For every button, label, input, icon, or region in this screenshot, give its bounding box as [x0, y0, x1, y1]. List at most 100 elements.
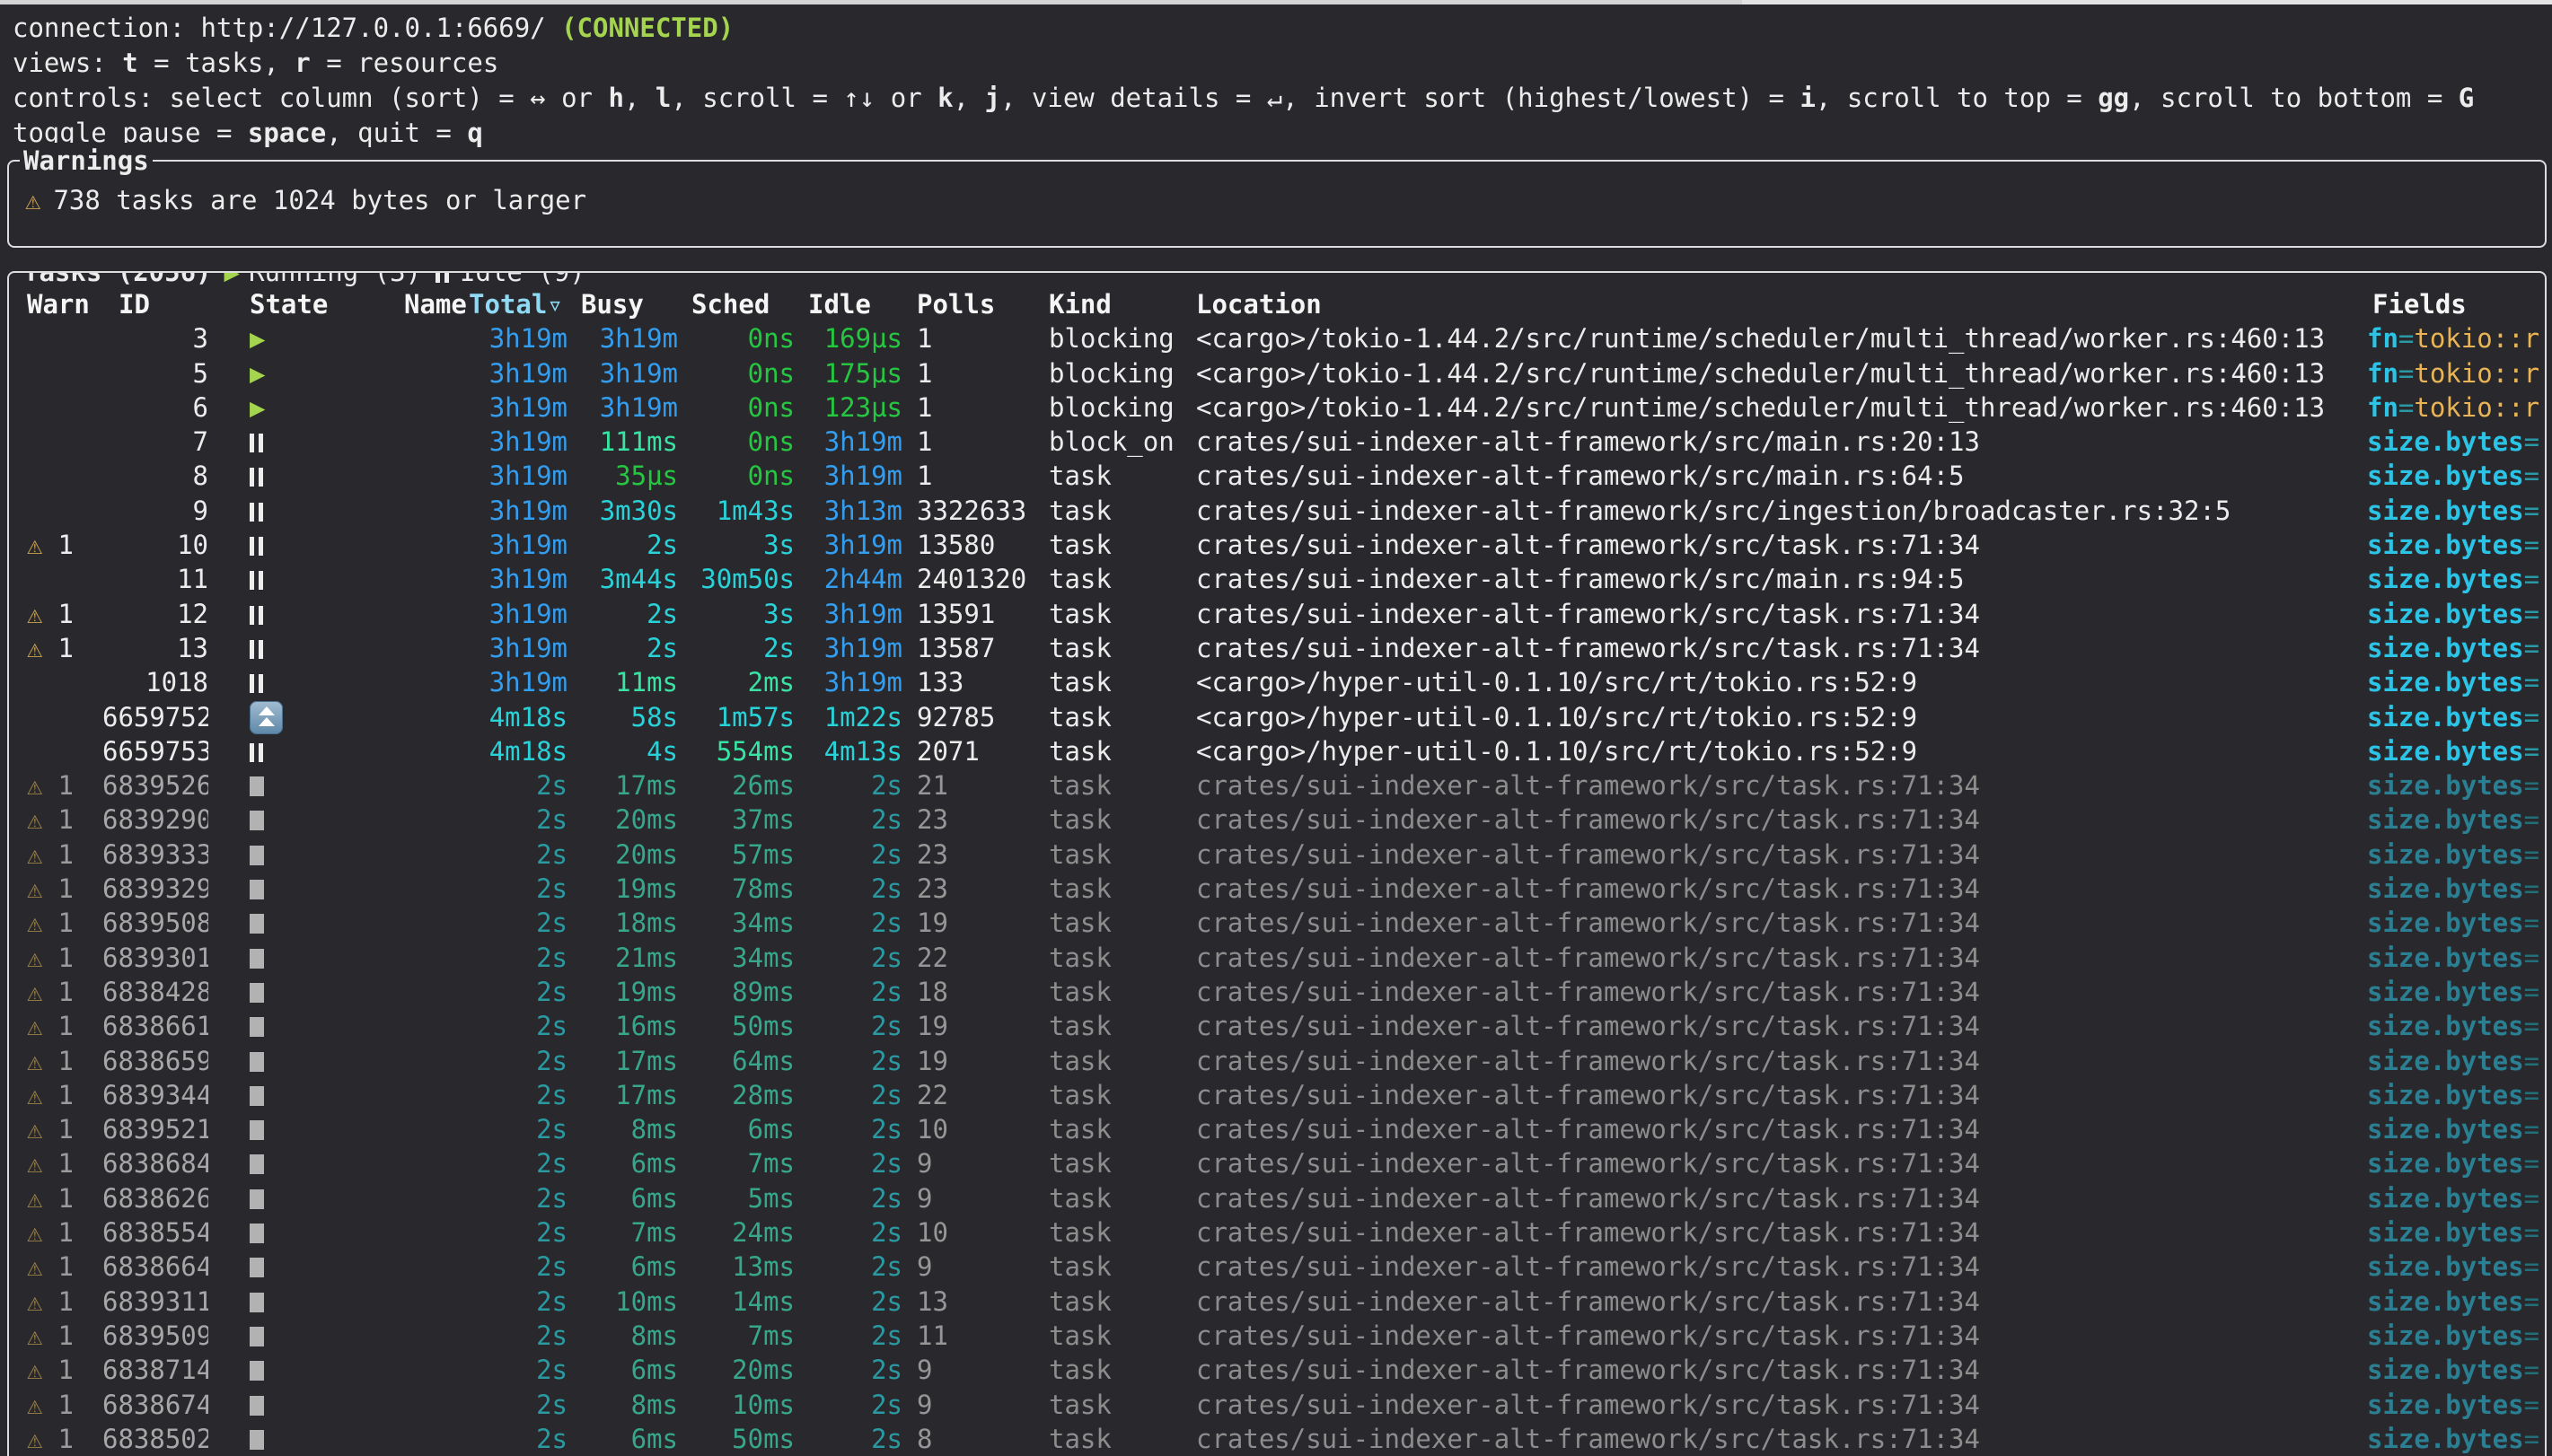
- task-row[interactable]: 5 3h19m 3h19m 0ns 175µs 1 blocking <carg…: [9, 356, 2545, 390]
- task-row[interactable]: 1 6839526 2s 17ms 26ms 2s 21 task crates…: [9, 768, 2545, 803]
- task-row[interactable]: 1 6838684 2s 6ms 7ms 2s 9 task crates/su…: [9, 1146, 2545, 1180]
- task-row[interactable]: 3 3h19m 3h19m 0ns 169µs 1 blocking <carg…: [9, 321, 2545, 355]
- task-row[interactable]: 1 6838661 2s 16ms 50ms 2s 19 task crates…: [9, 1009, 2545, 1043]
- task-location: crates/sui-indexer-alt-framework/src/tas…: [1183, 1146, 2358, 1180]
- field-equals: =: [2524, 1011, 2539, 1041]
- column-header-location[interactable]: Location: [1183, 287, 2358, 321]
- field-key: size.bytes: [2367, 1183, 2524, 1214]
- task-row[interactable]: 1 13 3h19m 2s 2s 3h19m 13587 task crates…: [9, 631, 2545, 665]
- column-header-id[interactable]: ID: [102, 287, 208, 321]
- running-state-icon: [250, 323, 265, 354]
- text-segment: ,: [954, 83, 985, 113]
- task-row[interactable]: 1 6839508 2s 18ms 34ms 2s 19 task crates…: [9, 906, 2545, 940]
- text-segment: q: [467, 118, 482, 148]
- column-header-warn[interactable]: Warn: [27, 287, 102, 321]
- field-equals: =: [2524, 667, 2539, 697]
- field-equals: =: [2524, 1320, 2539, 1351]
- done-state-icon: [250, 1224, 264, 1243]
- task-kind: task: [1035, 838, 1183, 872]
- busy-duration: 4s: [568, 734, 678, 768]
- task-row[interactable]: 1 12 3h19m 2s 3s 3h19m 13591 task crates…: [9, 597, 2545, 631]
- column-header-idle[interactable]: Idle: [795, 287, 902, 321]
- task-row[interactable]: 7 3h19m 111ms 0ns 3h19m 1 block_on crate…: [9, 425, 2545, 459]
- task-row[interactable]: 1 6839311 2s 10ms 14ms 2s 13 task crates…: [9, 1285, 2545, 1319]
- task-row[interactable]: 1 6838626 2s 6ms 5ms 2s 9 task crates/su…: [9, 1181, 2545, 1215]
- warning-triangle-icon: [27, 1424, 42, 1454]
- idle-duration: 2s: [795, 906, 902, 940]
- task-row[interactable]: 1 6838659 2s 17ms 64ms 2s 19 task crates…: [9, 1044, 2545, 1078]
- state-cell: [208, 425, 379, 459]
- task-kind: task: [1035, 1388, 1183, 1422]
- sched-duration: 24ms: [678, 1215, 795, 1250]
- task-location: crates/sui-indexer-alt-framework/src/mai…: [1183, 459, 2358, 493]
- task-row[interactable]: 6 3h19m 3h19m 0ns 123µs 1 blocking <carg…: [9, 390, 2545, 425]
- task-name: [379, 1078, 469, 1112]
- task-name: [379, 734, 469, 768]
- column-header-state[interactable]: State: [208, 287, 379, 321]
- task-id: 6838554: [102, 1215, 208, 1250]
- field-equals: =: [2524, 1355, 2539, 1385]
- busy-duration: 19ms: [568, 872, 678, 906]
- task-row[interactable]: 11 3h19m 3m44s 30m50s 2h44m 2401320 task…: [9, 562, 2545, 596]
- task-row[interactable]: 1 6839509 2s 8ms 7ms 2s 11 task crates/s…: [9, 1319, 2545, 1353]
- column-header-total-sorted[interactable]: Total: [469, 287, 568, 321]
- task-kind: task: [1035, 1319, 1183, 1353]
- state-cell: [208, 1181, 379, 1215]
- task-row[interactable]: 1 6839329 2s 19ms 78ms 2s 23 task crates…: [9, 872, 2545, 906]
- task-row[interactable]: 1 6839344 2s 17ms 28ms 2s 22 task crates…: [9, 1078, 2545, 1112]
- task-row[interactable]: 1018 3h19m 11ms 2ms 3h19m 133 task <carg…: [9, 665, 2545, 699]
- fields-cell: size.bytes=: [2358, 872, 2545, 906]
- idle-state-icon: [250, 640, 263, 659]
- sched-duration: 64ms: [678, 1044, 795, 1078]
- warn-cell: 1: [27, 1215, 102, 1250]
- done-state-icon: [250, 1327, 264, 1346]
- task-row[interactable]: 6659753 4m18s 4s 554ms 4m13s 2071 task <…: [9, 734, 2545, 768]
- views-line: views: t = tasks, r = resources: [13, 46, 2552, 81]
- column-header-name[interactable]: Name: [379, 287, 469, 321]
- column-header-kind[interactable]: Kind: [1035, 287, 1183, 321]
- task-row[interactable]: 1 6838502 2s 6ms 50ms 2s 8 task crates/s…: [9, 1422, 2545, 1456]
- sched-duration: 2s: [678, 631, 795, 665]
- warn-count: 1: [57, 1251, 73, 1282]
- state-cell: [208, 390, 379, 425]
- task-location: crates/sui-indexer-alt-framework/src/tas…: [1183, 1009, 2358, 1043]
- task-row[interactable]: 1 6839290 2s 20ms 37ms 2s 23 task crates…: [9, 803, 2545, 837]
- task-location: crates/sui-indexer-alt-framework/src/tas…: [1183, 838, 2358, 872]
- warning-triangle-icon: [27, 1320, 42, 1351]
- task-row[interactable]: 1 10 3h19m 2s 3s 3h19m 13580 task crates…: [9, 528, 2545, 562]
- task-row[interactable]: 1 6839333 2s 20ms 57ms 2s 23 task crates…: [9, 838, 2545, 872]
- task-row[interactable]: 1 6838674 2s 8ms 10ms 2s 9 task crates/s…: [9, 1388, 2545, 1422]
- sched-duration: 30m50s: [678, 562, 795, 596]
- warn-count: 1: [57, 1114, 73, 1145]
- task-row[interactable]: 1 6839301 2s 21ms 34ms 2s 22 task crates…: [9, 941, 2545, 975]
- sched-duration: 7ms: [678, 1146, 795, 1180]
- task-row[interactable]: 1 6838428 2s 19ms 89ms 2s 18 task crates…: [9, 975, 2545, 1009]
- task-row[interactable]: 1 6838554 2s 7ms 24ms 2s 10 task crates/…: [9, 1215, 2545, 1250]
- state-cell: [208, 1215, 379, 1250]
- field-key: size.bytes: [2367, 1217, 2524, 1248]
- column-header-fields[interactable]: Fields: [2358, 287, 2545, 321]
- fields-cell: size.bytes=: [2358, 494, 2545, 528]
- task-row[interactable]: 6659752 4m18s 58s 1m57s 1m22s 92785 task…: [9, 700, 2545, 734]
- task-row[interactable]: 1 6838714 2s 6ms 20ms 2s 9 task crates/s…: [9, 1353, 2545, 1387]
- task-row[interactable]: 1 6839521 2s 8ms 6ms 2s 10 task crates/s…: [9, 1112, 2545, 1146]
- fields-cell: size.bytes=: [2358, 700, 2545, 734]
- task-row[interactable]: 9 3h19m 3m30s 1m43s 3h13m 3322633 task c…: [9, 494, 2545, 528]
- task-row[interactable]: 1 6838664 2s 6ms 13ms 2s 9 task crates/s…: [9, 1250, 2545, 1284]
- warning-triangle-icon: [27, 1390, 42, 1420]
- warning-triangle-icon: [27, 1011, 42, 1041]
- task-id: 6: [102, 390, 208, 425]
- total-duration: 2s: [469, 872, 568, 906]
- column-header-sched[interactable]: Sched: [678, 287, 795, 321]
- text-segment: l: [656, 83, 671, 113]
- field-equals: =: [2524, 873, 2539, 904]
- task-location: crates/sui-indexer-alt-framework/src/tas…: [1183, 1285, 2358, 1319]
- column-header-polls[interactable]: Polls: [902, 287, 1035, 321]
- busy-duration: 111ms: [568, 425, 678, 459]
- task-id: 6838626: [102, 1181, 208, 1215]
- polls-count: 21: [902, 768, 1035, 803]
- column-header-busy[interactable]: Busy: [568, 287, 678, 321]
- task-row[interactable]: 8 3h19m 35µs 0ns 3h19m 1 task crates/sui…: [9, 459, 2545, 493]
- total-duration: 3h19m: [469, 528, 568, 562]
- task-id: 6839526: [102, 768, 208, 803]
